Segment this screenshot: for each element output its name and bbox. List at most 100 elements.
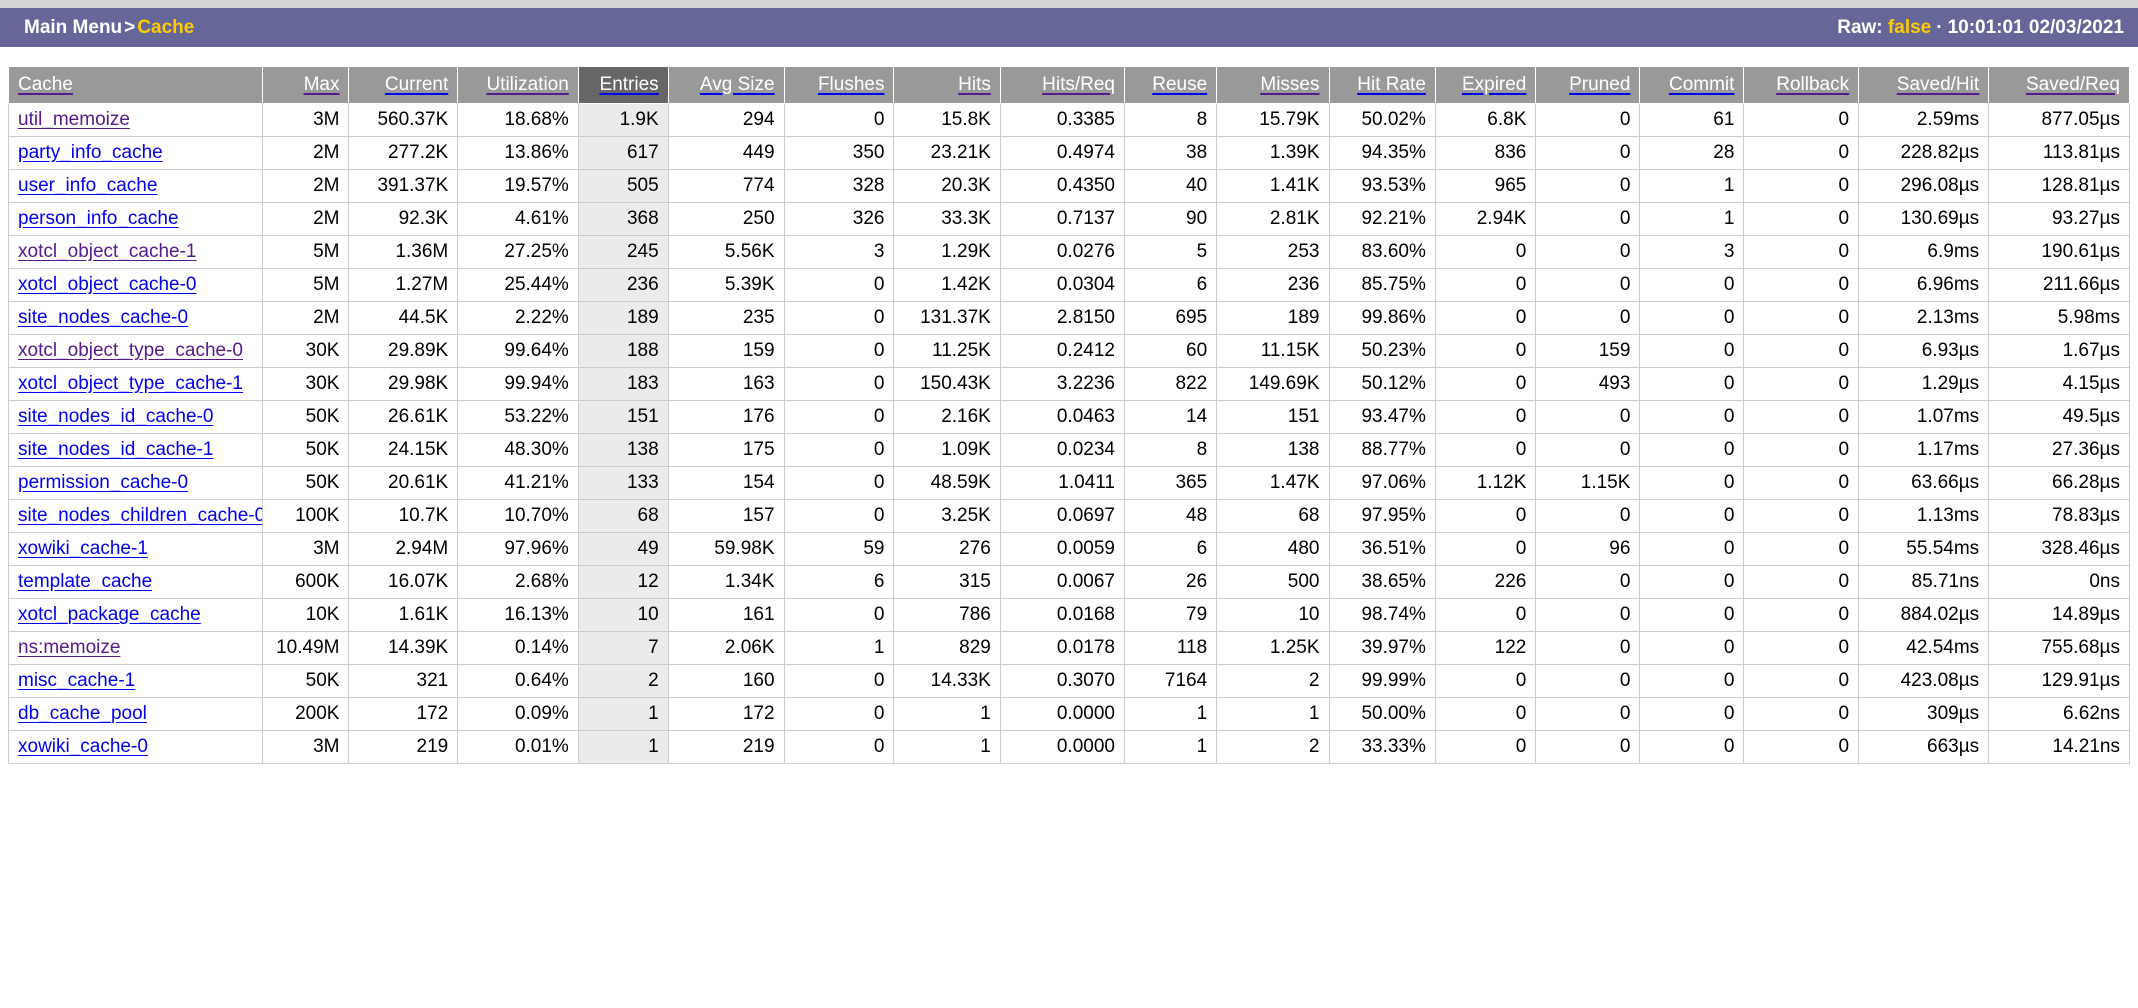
cell-entries: 505	[577, 169, 669, 203]
column-header-misses[interactable]: Misses	[1216, 66, 1330, 104]
table-row: site_nodes_id_cache-1 50K 24.15K 48.30% 138 1…	[7, 433, 2130, 467]
column-header-avg-size[interactable]: Avg Size	[667, 66, 785, 104]
cell-expired: 0	[1434, 301, 1537, 335]
column-header-hit-rate[interactable]: Hit Rate	[1328, 66, 1436, 104]
status-separator-dot: ·	[1936, 16, 1943, 38]
column-header-saved-req[interactable]: Saved/Req	[1988, 66, 2130, 104]
cache-detail-link[interactable]: xowiki_cache-1	[18, 538, 148, 559]
cell-commit: 1	[1639, 202, 1745, 236]
column-sort-link[interactable]: Hits	[958, 74, 991, 95]
column-sort-link[interactable]: Cache	[18, 74, 73, 95]
cell-misses: 151	[1216, 400, 1330, 434]
column-header-rollback[interactable]: Rollback	[1743, 66, 1860, 104]
cell-hits: 315	[893, 565, 1001, 599]
column-sort-link[interactable]: Hits/Req	[1042, 74, 1115, 95]
cell-rollback: 0	[1743, 268, 1860, 302]
column-sort-link[interactable]: Misses	[1260, 74, 1319, 95]
cache-detail-link[interactable]: site_nodes_cache-0	[18, 307, 188, 328]
cache-detail-link[interactable]: db_cache_pool	[18, 703, 147, 724]
cell-hit-rate: 50.00%	[1328, 697, 1436, 731]
cell-pruned: 0	[1535, 631, 1641, 665]
cell-reuse: 365	[1123, 466, 1218, 500]
column-header-cache[interactable]: Cache	[7, 66, 264, 104]
cache-detail-link[interactable]: xotcl_object_type_cache-0	[18, 340, 243, 361]
cache-name-cell: ns:memoize	[7, 631, 264, 665]
column-sort-link[interactable]: Utilization	[486, 74, 568, 95]
cell-hits-req: 2.8150	[999, 301, 1125, 335]
cache-detail-link[interactable]: template_cache	[18, 571, 152, 592]
cache-detail-link[interactable]: xowiki_cache-0	[18, 736, 148, 757]
cache-detail-link[interactable]: misc_cache-1	[18, 670, 135, 691]
cell-max: 3M	[262, 730, 350, 764]
cell-commit: 0	[1639, 532, 1745, 566]
raw-value[interactable]: false	[1888, 17, 1931, 38]
column-sort-link[interactable]: Avg Size	[700, 74, 775, 95]
column-sort-link[interactable]: Max	[304, 74, 340, 95]
cell-expired: 0	[1434, 334, 1537, 368]
cell-rollback: 0	[1743, 202, 1860, 236]
column-header-entries[interactable]: Entries	[577, 66, 669, 104]
navbar: Main Menu > Cache Raw: false · 10:01:01 02/0…	[0, 8, 2138, 47]
cache-detail-link[interactable]: xotcl_package_cache	[18, 604, 201, 625]
column-sort-link[interactable]: Pruned	[1569, 74, 1630, 95]
column-header-hits[interactable]: Hits	[893, 66, 1001, 104]
cell-rollback: 0	[1743, 169, 1860, 203]
column-sort-link[interactable]: Commit	[1669, 74, 1734, 95]
cell-entries: 10	[577, 598, 669, 632]
cache-detail-link[interactable]: xotcl_object_cache-1	[18, 241, 197, 262]
column-sort-link[interactable]: Rollback	[1776, 74, 1849, 95]
cell-expired: 0	[1434, 433, 1537, 467]
cell-hits-req: 0.0697	[999, 499, 1125, 533]
cell-max: 200K	[262, 697, 350, 731]
cell-current: 29.98K	[348, 367, 459, 401]
column-header-saved-hit[interactable]: Saved/Hit	[1858, 66, 1990, 104]
cell-hits: 23.21K	[893, 136, 1001, 170]
cache-detail-link[interactable]: xotcl_object_type_cache-1	[18, 373, 243, 394]
cell-expired: 2.94K	[1434, 202, 1537, 236]
cell-hits: 829	[893, 631, 1001, 665]
cache-detail-link[interactable]: party_info_cache	[18, 142, 163, 163]
cache-detail-link[interactable]: ns:memoize	[18, 637, 120, 658]
cell-saved-req: 49.5µs	[1988, 400, 2130, 434]
column-header-commit[interactable]: Commit	[1639, 66, 1745, 104]
column-sort-link[interactable]: Current	[385, 74, 448, 95]
cell-rollback: 0	[1743, 565, 1860, 599]
column-header-expired[interactable]: Expired	[1434, 66, 1537, 104]
cache-detail-link[interactable]: site_nodes_children_cache-0	[18, 505, 262, 526]
cell-hit-rate: 85.75%	[1328, 268, 1436, 302]
column-sort-link[interactable]: Saved/Hit	[1897, 74, 1979, 95]
cell-misses: 2	[1216, 730, 1330, 764]
column-header-reuse[interactable]: Reuse	[1123, 66, 1218, 104]
column-sort-link[interactable]: Reuse	[1152, 74, 1207, 95]
table-row: person_info_cache 2M 92.3K 4.61% 368 250 326 33…	[7, 202, 2130, 236]
cache-detail-link[interactable]: site_nodes_id_cache-0	[18, 406, 213, 427]
column-header-flushes[interactable]: Flushes	[783, 66, 895, 104]
column-sort-link[interactable]: Hit Rate	[1357, 74, 1426, 95]
cell-expired: 0	[1434, 235, 1537, 269]
cell-expired: 1.12K	[1434, 466, 1537, 500]
column-sort-link[interactable]: Saved/Req	[2026, 74, 2120, 95]
cache-detail-link[interactable]: util_memoize	[18, 109, 130, 130]
cache-detail-link[interactable]: permission_cache-0	[18, 472, 188, 493]
cache-name-cell: xowiki_cache-1	[7, 532, 264, 566]
column-sort-link[interactable]: Expired	[1462, 74, 1526, 95]
column-header-utilization[interactable]: Utilization	[457, 66, 579, 104]
column-sort-link[interactable]: Flushes	[818, 74, 885, 95]
cell-saved-req: 66.28µs	[1988, 466, 2130, 500]
breadcrumb-main-menu-link[interactable]: Main Menu	[24, 17, 122, 38]
cache-detail-link[interactable]: site_nodes_id_cache-1	[18, 439, 213, 460]
column-header-hits-req[interactable]: Hits/Req	[999, 66, 1125, 104]
cell-hits-req: 0.4350	[999, 169, 1125, 203]
cell-misses: 480	[1216, 532, 1330, 566]
column-header-current[interactable]: Current	[348, 66, 459, 104]
cell-saved-hit: 296.08µs	[1858, 169, 1990, 203]
cell-utilization: 4.61%	[457, 202, 579, 236]
cache-detail-link[interactable]: person_info_cache	[18, 208, 179, 229]
cache-detail-link[interactable]: user_info_cache	[18, 175, 157, 196]
column-header-pruned[interactable]: Pruned	[1535, 66, 1641, 104]
column-sort-link[interactable]: Entries	[600, 74, 659, 95]
cell-hit-rate: 38.65%	[1328, 565, 1436, 599]
cell-pruned: 0	[1535, 697, 1641, 731]
column-header-max[interactable]: Max	[262, 66, 350, 104]
cache-detail-link[interactable]: xotcl_object_cache-0	[18, 274, 197, 295]
